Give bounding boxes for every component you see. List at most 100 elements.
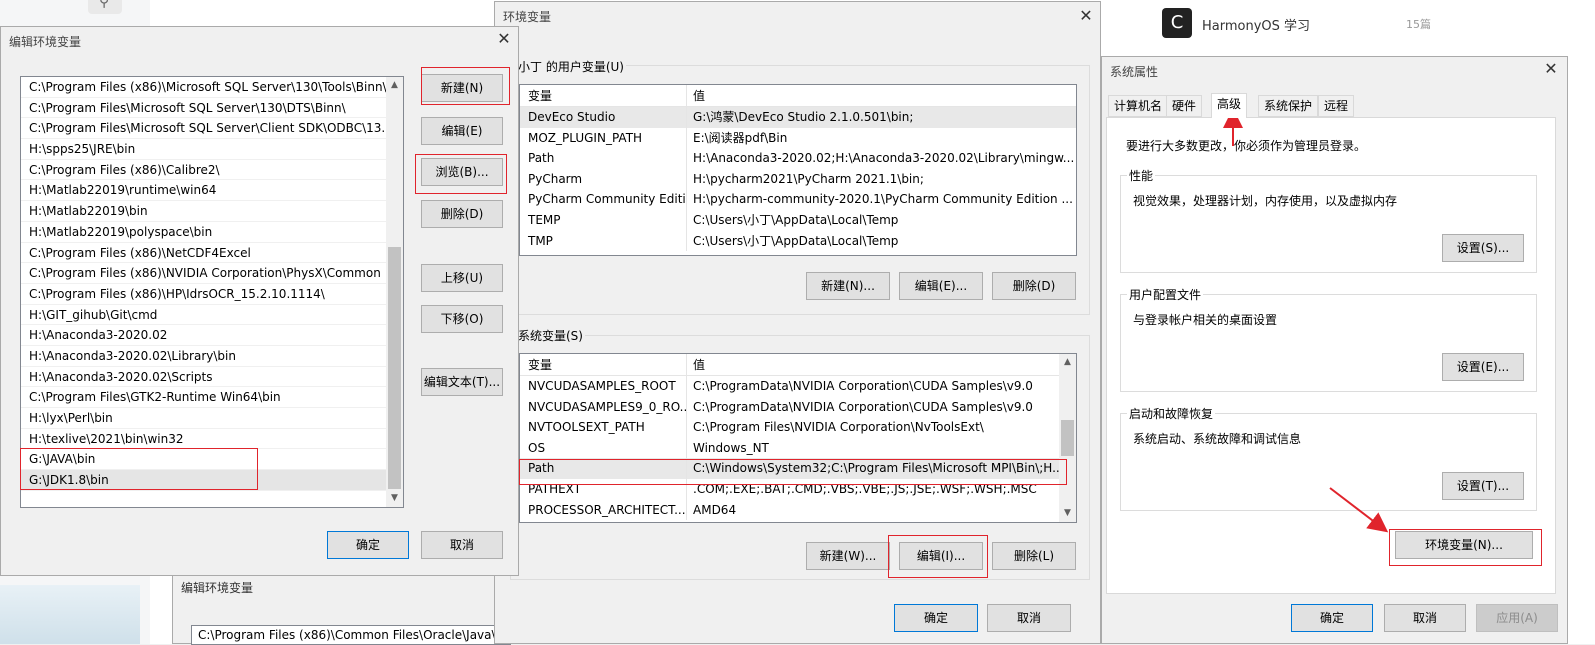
list-item[interactable]: C:\Program Files\Microsoft SQL Server\13… [21,98,386,119]
edit-env-cancel-button[interactable]: 取消 [421,531,503,559]
list-item[interactable]: H:\GIT_gihub\Git\cmd [21,305,386,326]
system-variables-table: 变量 值 NVCUDASAMPLES_ROOT C:\ProgramData\NV… [519,353,1077,523]
list-item[interactable]: H:\texlive\2021\bin\win32 [21,429,386,450]
list-item[interactable]: C:\Program Files (x86)\Microsoft SQL Ser… [21,77,386,98]
chevron-down-icon[interactable]: ▼ [386,490,403,507]
variable-value: C:\Windows\System32;C:\Program Files\Mic… [693,461,1059,476]
avatar: C [1162,8,1192,38]
scrollbar-thumb[interactable] [1061,420,1074,456]
list-item[interactable]: H:\Matlab22019\runtime\win64 [21,180,386,202]
system-variables-header: 变量 值 [520,354,1059,376]
list-item[interactable]: G:\JDK1.8\bin [21,470,386,491]
variable-value: C:\Users\小丁\AppData\Local\Temp [693,233,899,248]
move-down-button[interactable]: 下移(O) [421,305,503,333]
path-list-scrollbar[interactable]: ▲ ▼ [386,77,403,507]
user-profile-settings-button[interactable]: 设置(E)... [1442,353,1524,381]
column-value[interactable]: 值 [687,85,1076,106]
browse-button[interactable]: 浏览(B)... [421,158,503,186]
user-new-button[interactable]: 新建(N)... [806,272,890,300]
table-row[interactable]: NVTOOLSEXT_PATH C:\Program Files\NVIDIA C… [520,417,1059,438]
env-vars-cancel-button[interactable]: 取消 [987,604,1071,632]
table-row[interactable]: PATHEXT .COM;.EXE;.BAT;.CMD;.VBS;.VBE;.JS… [520,478,1059,500]
table-row[interactable]: NVCUDASAMPLES_ROOT C:\ProgramData\NVIDIA … [520,376,1059,397]
delete-button[interactable]: 删除(D) [421,200,503,228]
chevron-down-icon[interactable]: ▼ [1059,505,1076,522]
startup-recovery-settings-button[interactable]: 设置(T)... [1442,472,1524,500]
variable-value: C:\ProgramData\NVIDIA Corporation\CUDA S… [693,399,1033,414]
column-variable[interactable]: 变量 [520,354,687,375]
variable-name: MOZ_PLUGIN_PATH [520,127,687,149]
edit-button[interactable]: 编辑(E) [421,117,503,145]
scrollbar-thumb[interactable] [388,247,401,489]
environment-variables-title: 环境变量 [503,10,552,24]
environment-variables-button[interactable]: 环境变量(N)... [1395,531,1533,559]
chevron-up-icon[interactable]: ▲ [1059,354,1076,371]
system-variables-scrollbar[interactable]: ▲ ▼ [1059,354,1076,522]
new-button[interactable]: 新建(N) [421,74,503,102]
list-item[interactable]: C:\Program Files (x86)\Calibre2\ [21,160,386,181]
list-item[interactable]: H:\Matlab22019\polyspace\bin [21,222,386,243]
edit-env-title: 编辑环境变量 [9,35,82,49]
system-delete-button[interactable]: 删除(L) [992,542,1076,570]
system-variables-label: 系统变量(S) [516,327,585,344]
user-delete-button[interactable]: 删除(D) [992,272,1076,300]
table-row[interactable]: DevEco Studio G:\鸿蒙\DevEco Studio 2.1.0.5… [520,107,1076,128]
tab-advanced[interactable]: 高级 [1211,93,1248,118]
column-value[interactable]: 值 [687,354,1059,375]
system-edit-button[interactable]: 编辑(I)... [899,542,983,570]
list-item[interactable]: H:\Anaconda3-2020.02\Library\bin [21,346,386,367]
system-properties-cancel-button[interactable]: 取消 [1384,604,1466,632]
user-edit-button[interactable]: 编辑(E)... [899,272,983,300]
list-item[interactable]: H:\spps25\JRE\bin [21,139,386,160]
list-item[interactable]: C:\Program Files\GTK2-Runtime Win64\bin [21,387,386,408]
chevron-up-icon[interactable]: ▲ [386,77,403,94]
list-item[interactable]: C:\Program Files\Microsoft SQL Server\Cl… [21,118,386,140]
list-item[interactable]: C:\Program Files (x86)\HP\IdrsOCR_15.2.1… [21,284,386,305]
table-row[interactable]: PyCharm H:\pycharm2021\PyCharm 2021.1\bin… [520,168,1076,190]
list-item[interactable]: H:\Anaconda3-2020.02 [21,325,386,346]
arrow-to-env-vars-button [1329,487,1389,533]
list-item[interactable]: C:\Program Files (x86)\NVIDIA Corporatio… [21,263,386,284]
column-variable[interactable]: 变量 [520,85,687,106]
table-row[interactable]: TMP C:\Users\小丁\AppData\Local\Temp [520,230,1076,252]
close-icon[interactable]: ✕ [495,31,513,49]
close-icon[interactable]: ✕ [1542,61,1560,79]
variable-name: TEMP [520,209,687,231]
edit-env-ok-button[interactable]: 确定 [327,531,409,559]
background-edit-dialog: 编辑环境变量 C:\Program Files (x86)\Common Fil… [172,572,511,645]
table-row[interactable]: MOZ_PLUGIN_PATH E:\阅读器pdf\Bin [520,127,1076,149]
system-new-button[interactable]: 新建(W)... [806,542,890,570]
list-item[interactable]: H:\Anaconda3-2020.02\Scripts [21,367,386,388]
blog-item[interactable]: C HarmonyOS 学习 15篇 [1148,0,1448,46]
table-row[interactable]: OS Windows_NT [520,437,1059,459]
table-row[interactable]: NVCUDASAMPLES9_0_RO... C:\ProgramData\NVI… [520,396,1059,418]
edit-text-button[interactable]: 编辑文本(T)... [421,368,503,396]
apply-button[interactable]: 应用(A) [1476,604,1558,632]
list-item[interactable]: H:\lyx\Perl\bin [21,408,386,429]
list-item[interactable]: H:\Matlab22019\bin [21,201,386,222]
annotation-arrows [1223,108,1389,533]
variable-name: PATHEXT [520,478,687,500]
move-up-button[interactable]: 上移(U) [421,264,503,292]
variable-value: AMD64 [693,502,737,517]
env-vars-ok-button[interactable]: 确定 [894,604,978,632]
background-search-button[interactable]: ⚲ [88,0,122,14]
table-row[interactable]: PROCESSOR_ARCHITECT... AMD64 [520,499,1059,521]
system-properties-title: 系统属性 [1110,65,1159,79]
table-row[interactable]: Path H:\Anaconda3-2020.02;H:\Anaconda3-20… [520,148,1076,169]
list-item[interactable]: G:\JAVA\bin [21,449,386,471]
user-variables-label: 小丁 的用户变量(U) [516,58,626,75]
variable-name: NVTOOLSEXT_PATH [520,417,687,438]
variable-value: C:\Users\小丁\AppData\Local\Temp [693,212,899,227]
table-row[interactable]: Path C:\Windows\System32;C:\Program Files… [520,458,1059,479]
performance-settings-button[interactable]: 设置(S)... [1442,234,1524,262]
system-properties-ok-button[interactable]: 确定 [1291,604,1373,632]
list-item[interactable]: C:\Program Files (x86)\NetCDF4Excel [21,243,386,264]
close-icon[interactable]: ✕ [1077,8,1095,26]
table-row[interactable]: TEMP C:\Users\小丁\AppData\Local\Temp [520,209,1076,231]
variable-name: PROCESSOR_ARCHITECT... [520,499,687,521]
table-row[interactable]: PyCharm Community Editi... H:\pycharm-com… [520,189,1076,210]
background-edit-dialog-row: C:\Program Files (x86)\Common Files\Orac… [191,625,511,645]
variable-name: DevEco Studio [520,107,687,128]
variable-name: OS [520,437,687,459]
